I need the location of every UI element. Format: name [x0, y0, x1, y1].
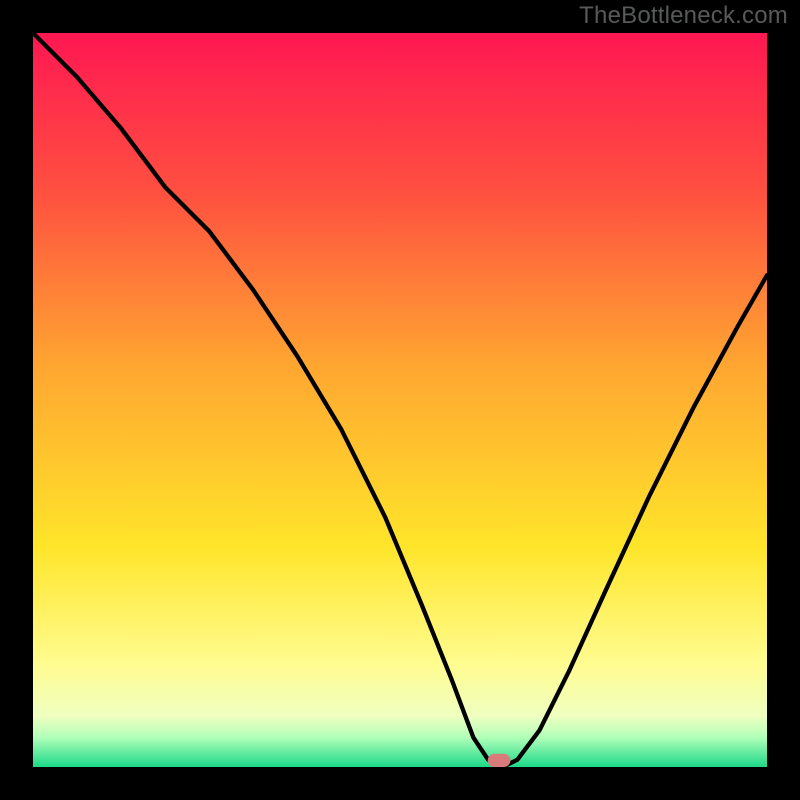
gradient-background: [33, 33, 767, 767]
optimum-marker: [488, 754, 511, 767]
chart-plot: [33, 33, 767, 767]
watermark-text: TheBottleneck.com: [579, 2, 788, 30]
chart-frame: TheBottleneck.com: [0, 0, 800, 800]
